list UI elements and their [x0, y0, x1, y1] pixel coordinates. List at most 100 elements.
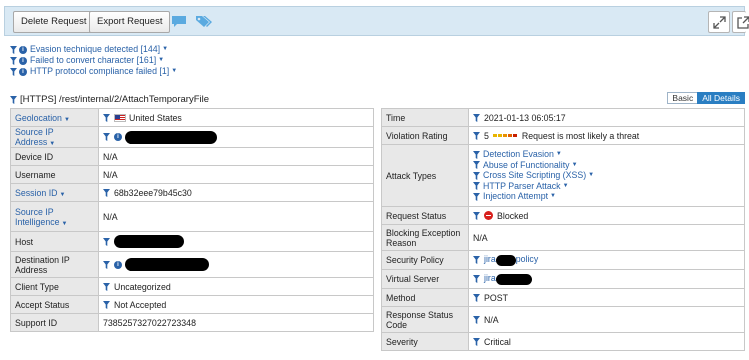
filter-label[interactable]: Evasion technique detected [144]: [30, 44, 160, 55]
filter-icon[interactable]: [10, 95, 17, 104]
filter-icon[interactable]: [473, 192, 480, 201]
attack-types-list: Detection Evasion ▼ Abuse of Functionalit…: [473, 149, 740, 202]
method-key: Method: [381, 288, 469, 307]
attack-type-item[interactable]: Detection Evasion ▼: [473, 149, 740, 160]
filter-label[interactable]: HTTP protocol compliance failed [1]: [30, 66, 169, 77]
table-row: Blocking Exception Reason N/A: [381, 224, 745, 251]
time-value: 2021-01-13 06:05:17: [484, 112, 566, 123]
expand-button[interactable]: [708, 11, 730, 33]
table-row: Client Type Uncategorized: [10, 277, 374, 296]
accept-status-key: Accept Status: [10, 295, 99, 314]
info-icon[interactable]: i: [114, 260, 122, 269]
attack-type-item[interactable]: Injection Attempt ▼: [473, 191, 740, 202]
table-row: Method POST: [381, 288, 745, 307]
filter-icon[interactable]: [473, 131, 480, 140]
filter-icon[interactable]: [103, 188, 110, 197]
filter-icon[interactable]: [473, 315, 480, 324]
filter-icon[interactable]: [473, 113, 480, 122]
chat-icon[interactable]: [171, 15, 187, 30]
export-request-button[interactable]: Export Request: [89, 11, 171, 33]
basic-view-button[interactable]: Basic: [667, 92, 698, 104]
filter-icon[interactable]: [473, 150, 480, 159]
client-type-key: Client Type: [10, 277, 99, 296]
chevron-down-icon[interactable]: ▼: [162, 44, 168, 55]
filter-icon[interactable]: [473, 211, 480, 220]
attack-type-item[interactable]: HTTP Parser Attack ▼: [473, 181, 740, 192]
rating-bars: [492, 134, 518, 137]
response-status-value: N/A: [484, 314, 499, 325]
response-status-key: Response Status Code: [381, 306, 469, 333]
security-policy-key: Security Policy: [381, 250, 469, 270]
accept-status-value: Not Accepted: [114, 299, 167, 310]
filter-icon[interactable]: [473, 274, 480, 283]
blocked-icon: [484, 211, 493, 220]
table-row: Destination IP Address i: [10, 251, 374, 278]
table-row: Request Status Blocked: [381, 206, 745, 225]
source-ip-key[interactable]: Source IP Address ▼: [10, 126, 99, 148]
redacted-value: [114, 235, 184, 248]
chevron-down-icon[interactable]: ▼: [171, 66, 177, 77]
request-details-left: Geolocation ▼ United States Source IP Add…: [10, 108, 374, 332]
external-link-button[interactable]: [732, 11, 749, 33]
filter-icon[interactable]: [473, 255, 480, 264]
delete-request-button[interactable]: Delete Request: [13, 11, 95, 33]
filter-icon[interactable]: [473, 337, 480, 346]
table-row: Security Policy jira policy: [381, 250, 745, 270]
device-id-key: Device ID: [10, 147, 99, 166]
attack-type-item[interactable]: Cross Site Scripting (XSS) ▼: [473, 170, 740, 181]
all-details-button[interactable]: All Details: [697, 92, 745, 104]
table-row: Source IP Intelligence ▼ N/A: [10, 201, 374, 232]
filter-icon[interactable]: [103, 282, 110, 291]
client-type-value: Uncategorized: [114, 281, 171, 292]
request-status-value: Blocked: [497, 210, 529, 221]
table-row: Severity Critical: [381, 332, 745, 351]
table-row: Host: [10, 231, 374, 252]
virtual-server-link[interactable]: jira: [484, 273, 532, 285]
time-key: Time: [381, 108, 469, 127]
username-key: Username: [10, 165, 99, 184]
table-row: Time 2021-01-13 06:05:17: [381, 108, 745, 127]
active-filters: i Evasion technique detected [144] ▼ i Fa…: [10, 44, 177, 77]
security-policy-link[interactable]: jira policy: [484, 254, 538, 266]
tags-icon[interactable]: [195, 15, 213, 30]
filter-icon[interactable]: [103, 260, 110, 269]
filter-icon[interactable]: [103, 300, 110, 309]
chevron-down-icon[interactable]: ▼: [158, 55, 164, 66]
attack-type-item[interactable]: Abuse of Functionality ▼: [473, 160, 740, 171]
support-id-key: Support ID: [10, 313, 99, 332]
source-ip-intelligence-value: N/A: [98, 201, 374, 232]
blocking-reason-key: Blocking Exception Reason: [381, 224, 469, 251]
filter-item[interactable]: i HTTP protocol compliance failed [1] ▼: [10, 66, 177, 77]
request-url: [HTTPS] /rest/internal/2/AttachTemporary…: [20, 94, 210, 105]
filter-icon: [10, 56, 17, 65]
filter-item[interactable]: i Failed to convert character [161] ▼: [10, 55, 177, 66]
info-icon[interactable]: i: [114, 133, 122, 141]
source-ip-intelligence-key[interactable]: Source IP Intelligence ▼: [10, 201, 99, 232]
session-id-key[interactable]: Session ID ▼: [10, 183, 99, 202]
filter-icon[interactable]: [473, 182, 480, 190]
severity-value: Critical: [484, 336, 511, 347]
filter-icon[interactable]: [473, 161, 480, 169]
table-row: Geolocation ▼ United States: [10, 108, 374, 127]
destination-ip-key: Destination IP Address: [10, 251, 99, 278]
violation-rating-key: Violation Rating: [381, 126, 469, 145]
filter-icon[interactable]: [473, 293, 480, 302]
expand-icon: [713, 16, 726, 29]
filter-icon[interactable]: [473, 171, 480, 180]
request-status-key: Request Status: [381, 206, 469, 225]
redacted-value: [125, 258, 209, 271]
table-row: Virtual Server jira: [381, 269, 745, 289]
filter-icon[interactable]: [103, 113, 110, 122]
device-id-value: N/A: [98, 147, 374, 166]
info-icon: i: [19, 45, 27, 54]
filter-label[interactable]: Failed to convert character [161]: [30, 55, 156, 66]
support-id-value: 7385257327022723348: [98, 313, 374, 332]
filter-icon[interactable]: [103, 133, 110, 141]
filter-item[interactable]: i Evasion technique detected [144] ▼: [10, 44, 177, 55]
geolocation-key[interactable]: Geolocation ▼: [10, 108, 99, 127]
table-row: Device ID N/A: [10, 147, 374, 166]
method-value: POST: [484, 292, 508, 303]
info-icon: i: [19, 56, 27, 65]
request-details-right: Time 2021-01-13 06:05:17 Violation Ratin…: [381, 108, 745, 351]
filter-icon[interactable]: [103, 237, 110, 246]
